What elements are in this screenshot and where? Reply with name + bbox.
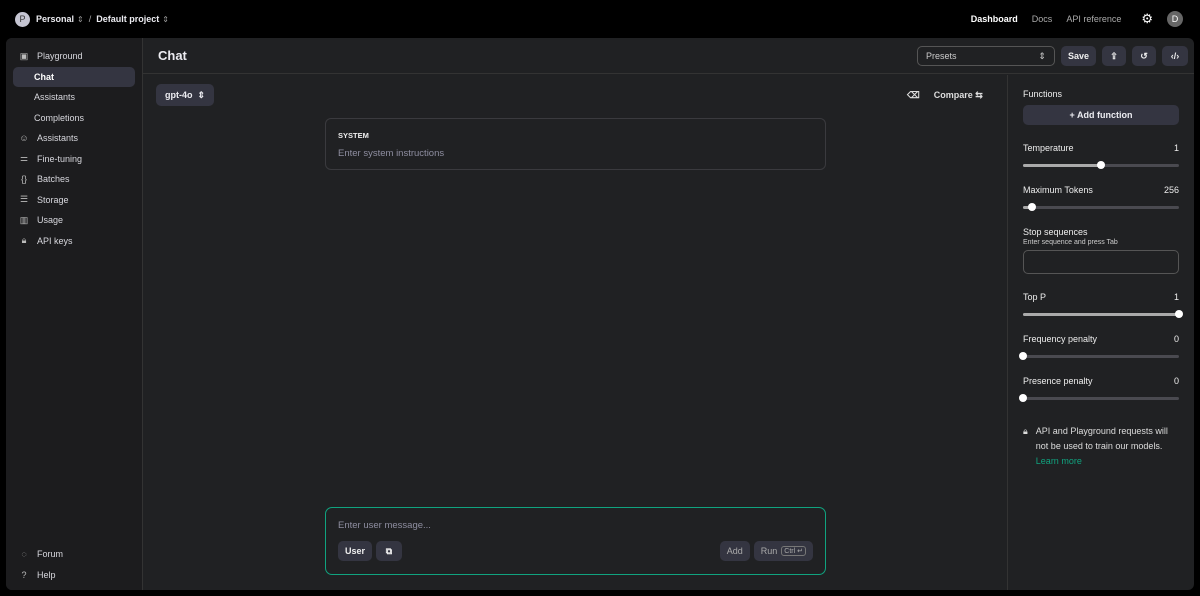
chevron-updown-icon: ⇕	[162, 14, 169, 24]
nav-dashboard[interactable]: Dashboard	[971, 14, 1018, 24]
code-icon[interactable]: ‹/›	[1162, 46, 1188, 66]
frequency-penalty-value[interactable]: 0	[1174, 334, 1179, 344]
database-icon: ☰	[19, 194, 29, 205]
robot-icon: ☺	[19, 133, 29, 144]
save-button[interactable]: Save	[1060, 46, 1096, 66]
max-tokens-value[interactable]: 256	[1164, 185, 1179, 195]
add-message-button[interactable]: Add	[719, 541, 750, 561]
app-panel: ▣ Playground Chat Assistants Completions …	[6, 38, 1194, 590]
chevron-updown-icon: ⇕	[77, 14, 84, 24]
stop-sequences-setting: Stop sequences Enter sequence and press …	[1023, 227, 1179, 274]
user-message-composer: Enter user message... User ⧉ Add Run Ctrl…	[325, 507, 826, 575]
top-bar: P Personal ⇕ / Default project ⇕ Dashboard…	[0, 0, 1200, 38]
share-icon[interactable]: ⇪	[1102, 46, 1126, 66]
run-shortcut: Ctrl ↵	[781, 546, 806, 556]
sidebar-item-storage[interactable]: ☰ Storage	[13, 190, 135, 211]
nav-api-reference[interactable]: API reference	[1066, 14, 1121, 24]
model-select[interactable]: gpt-4o ⇕	[156, 84, 215, 106]
top-p-value[interactable]: 1	[1174, 292, 1179, 302]
sidebar-item-chat[interactable]: Chat	[13, 66, 135, 87]
chat-main: Chat Presets ⇕ Save ⇪ ↺ ‹/› gpt-4o ⇕ ⌫ Com…	[143, 38, 1194, 590]
sidebar-item-playground[interactable]: ▣ Playground	[13, 46, 135, 67]
sidebar-item-completions[interactable]: Completions	[13, 108, 135, 129]
system-label: SYSTEM	[338, 131, 369, 140]
top-p-slider[interactable]	[1023, 310, 1183, 318]
sidebar-item-usage[interactable]: ▥ Usage	[13, 210, 135, 231]
help-icon: ?	[21, 569, 27, 580]
max-tokens-setting: Maximum Tokens 256	[1023, 185, 1179, 211]
lock-icon: 🔒︎	[1023, 426, 1028, 436]
sidebar-item-batches[interactable]: {} Batches	[13, 169, 135, 190]
frequency-penalty-slider[interactable]	[1019, 352, 1179, 360]
presence-penalty-value[interactable]: 0	[1174, 376, 1179, 386]
temperature-value[interactable]: 1	[1174, 143, 1179, 153]
braces-icon: {}	[20, 174, 27, 185]
chevron-updown-icon: ⇕	[1038, 50, 1046, 61]
settings-panel: Functions + Add function Temperature 1 Ma…	[1007, 75, 1194, 590]
compare-button[interactable]: Compare ⇆	[934, 90, 983, 101]
gear-icon[interactable]: ⚙	[1141, 11, 1153, 27]
org-switcher[interactable]: Personal	[36, 14, 74, 24]
max-tokens-slider[interactable]	[1023, 203, 1179, 211]
bar-chart-icon: ▥	[19, 214, 29, 225]
system-message-box[interactable]: SYSTEM Enter system instructions	[325, 118, 826, 170]
breadcrumb-separator: /	[88, 14, 92, 24]
user-message-input[interactable]: Enter user message...	[338, 520, 813, 531]
chat-bubble-icon: ◌	[21, 549, 27, 560]
history-icon[interactable]: ↺	[1132, 46, 1156, 66]
sliders-icon: ⚌	[19, 153, 29, 164]
temperature-setting: Temperature 1	[1023, 143, 1179, 169]
system-instructions-input[interactable]: Enter system instructions	[338, 148, 813, 159]
clear-broom-icon[interactable]: ⌫	[907, 90, 920, 101]
page-header: Chat Presets ⇕ Save ⇪ ↺ ‹/›	[143, 38, 1194, 74]
org-avatar[interactable]: P	[15, 11, 30, 27]
role-toggle-button[interactable]: User	[338, 541, 373, 561]
sidebar-item-assistants[interactable]: ☺ Assistants	[13, 128, 135, 149]
terminal-icon: ▣	[19, 50, 29, 61]
sidebar-item-fine-tuning[interactable]: ⚌ Fine-tuning	[13, 149, 135, 170]
presets-select[interactable]: Presets ⇕	[916, 46, 1055, 66]
temperature-slider[interactable]	[1023, 161, 1179, 169]
compare-icon: ⇆	[975, 90, 983, 100]
sidebar: ▣ Playground Chat Assistants Completions …	[6, 38, 143, 590]
sidebar-item-api-keys[interactable]: 🔒︎ API keys	[13, 231, 135, 252]
learn-more-link[interactable]: Learn more	[1036, 456, 1082, 466]
presence-penalty-slider[interactable]	[1019, 394, 1179, 402]
chevron-updown-icon: ⇕	[197, 89, 206, 100]
add-function-button[interactable]: + Add function	[1023, 105, 1179, 125]
sidebar-item-playground-assistants[interactable]: Assistants	[13, 87, 135, 108]
privacy-note: 🔒︎ API and Playground requests will not …	[1023, 424, 1179, 469]
frequency-penalty-setting: Frequency penalty 0	[1019, 334, 1179, 360]
presence-penalty-setting: Presence penalty 0	[1019, 376, 1179, 402]
sidebar-item-forum[interactable]: ◌ Forum	[13, 544, 136, 565]
stop-sequences-input[interactable]	[1023, 250, 1179, 274]
nav-docs[interactable]: Docs	[1032, 14, 1053, 24]
run-button[interactable]: Run Ctrl ↵	[753, 541, 813, 561]
functions-label: Functions	[1023, 89, 1063, 99]
top-p-setting: Top P1	[1023, 292, 1183, 318]
project-switcher[interactable]: Default project	[96, 14, 159, 24]
attach-image-icon[interactable]: ⧉	[376, 541, 403, 561]
sidebar-item-help[interactable]: ? Help	[13, 565, 136, 586]
page-title: Chat	[158, 48, 187, 63]
lock-icon: 🔒︎	[21, 235, 27, 246]
user-avatar[interactable]: D	[1167, 11, 1183, 27]
